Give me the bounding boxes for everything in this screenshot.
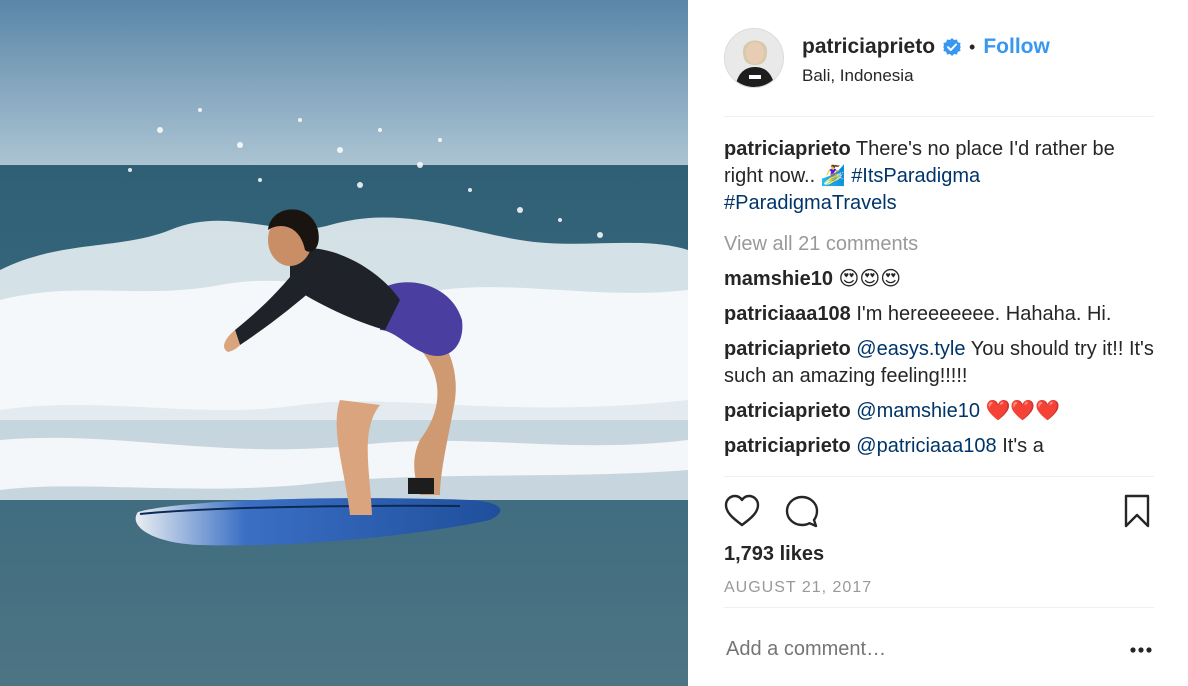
post-date: AUGUST 21, 2017 [724,579,873,596]
comment-username[interactable]: patriciaaa108 [724,303,851,325]
avatar-image [725,29,783,87]
bookmark-icon[interactable] [1122,494,1152,528]
separator-dot: • [969,36,976,57]
hashtag-paradigmatravels[interactable]: #ParadigmaTravels [724,192,897,214]
comment-mention[interactable]: @easys.tyle [856,338,965,360]
comment-mention[interactable]: @mamshie10 [856,400,980,422]
comments-divider [724,476,1154,477]
comments-list[interactable]: patriciaprieto There's no place I'd rath… [724,136,1154,476]
comment-item: patriciaaa108 I'm hereeeeeee. Hahaha. Hi… [724,301,1154,328]
comment-text: It's a [996,435,1044,457]
verified-badge-icon [943,38,962,56]
comment-username[interactable]: patriciaprieto [724,338,851,360]
footer-divider [724,607,1154,608]
add-comment-input[interactable] [726,638,1106,661]
comment-username[interactable]: mamshie10 [724,268,833,290]
header-divider [724,116,1154,117]
caption: patriciaprieto There's no place I'd rath… [724,136,1154,217]
action-bar [724,494,1154,530]
location-link[interactable]: Bali, Indonesia [802,66,914,86]
comment-text: 😍😍😍 [832,268,902,290]
username-row: patriciaprieto • Follow [802,35,1050,59]
post-photo[interactable] [0,0,688,686]
comment-username[interactable]: patriciaprieto [724,400,851,422]
comment-item: patriciaprieto @easys.tyle You should tr… [724,336,1154,390]
comment-item: patriciaprieto @mamshie10 ❤️❤️❤️ [724,398,1154,425]
follow-button[interactable]: Follow [983,35,1050,59]
comment-text: I'm hereeeeeee. Hahaha. Hi. [850,303,1112,325]
hashtag-itsparadigma[interactable]: #ItsParadigma [851,165,980,187]
comment-mention[interactable]: @patriciaaa108 [856,435,996,457]
surfer-photo-illustration [0,0,688,686]
comment-item: patriciaprieto @patriciaaa108 It's a [724,433,1154,460]
post-sidebar: patriciaprieto • Follow Bali, Indonesia … [688,0,1188,686]
post-header: patriciaprieto • Follow Bali, Indonesia [724,28,1154,90]
comment-item: mamshie10 😍😍😍 [724,266,1154,293]
comment-username[interactable]: patriciaprieto [724,435,851,457]
comment-bubble-icon[interactable] [784,494,820,528]
username[interactable]: patriciaprieto [802,35,935,59]
caption-username[interactable]: patriciaprieto [724,138,851,160]
avatar[interactable] [724,28,784,88]
heart-icon[interactable] [724,494,760,528]
view-all-comments-link[interactable]: View all 21 comments [724,231,1154,258]
more-options-icon[interactable] [1128,640,1154,660]
likes-count[interactable]: 1,793 likes [724,543,824,566]
comment-text: ❤️❤️❤️ [979,400,1061,422]
